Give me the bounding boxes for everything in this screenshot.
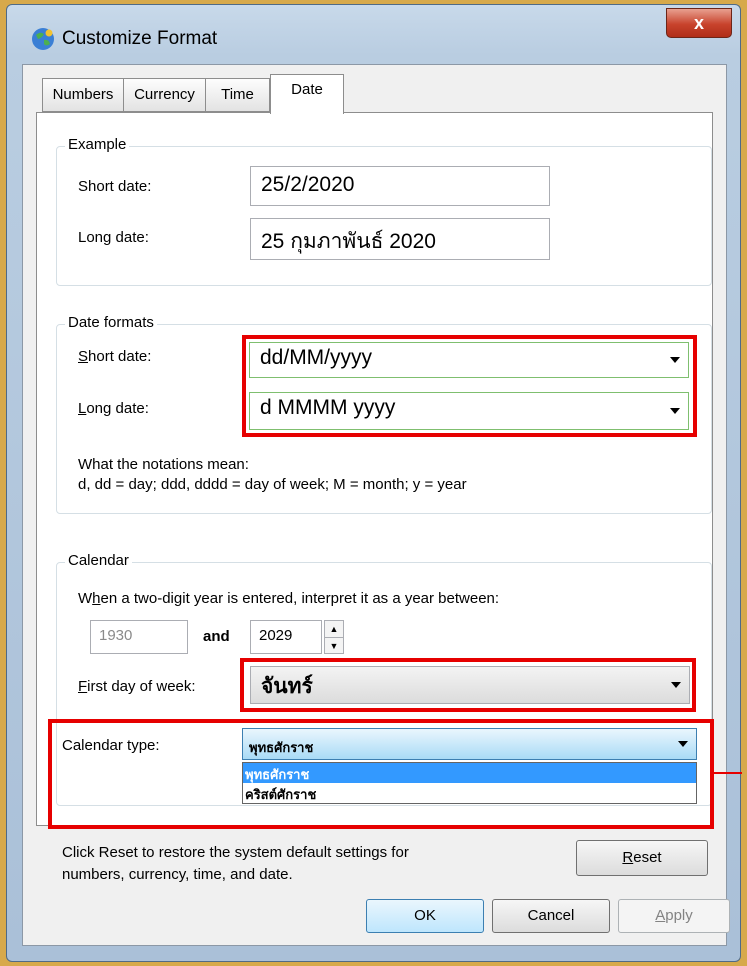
tab-time[interactable]: Time: [205, 78, 270, 112]
example-long-value: 25 กุมภาพันธ์ 2020: [250, 218, 550, 260]
spin-down-icon[interactable]: ▼: [325, 638, 343, 654]
apply-button[interactable]: Apply: [618, 899, 730, 933]
callout-line: [714, 772, 742, 774]
reset-hint-line2: numbers, currency, time, and date.: [62, 866, 293, 883]
calendar-type-value: พุทธศักราช: [249, 740, 314, 755]
reset-button[interactable]: Reset: [576, 840, 708, 876]
example-short-label: Short date:: [78, 178, 152, 195]
and-label: and: [203, 628, 230, 645]
notation-legend: d, dd = day; ddd, dddd = day of week; M …: [78, 476, 467, 493]
globe-icon: [32, 28, 54, 50]
format-short-combo[interactable]: dd/MM/yyyy: [249, 342, 689, 378]
two-digit-year-label: When a two-digit year is entered, interp…: [78, 590, 500, 607]
tab-numbers[interactable]: Numbers: [42, 78, 124, 112]
date-formats-title: Date formats: [65, 314, 157, 331]
format-short-label: Short date:: [78, 348, 152, 365]
chevron-down-icon: [670, 357, 680, 363]
cancel-button[interactable]: Cancel: [492, 899, 610, 933]
example-long-label: Long date:: [78, 229, 149, 246]
spin-up-icon[interactable]: ▲: [325, 621, 343, 638]
example-short-value: 25/2/2020: [250, 166, 550, 206]
tab-date[interactable]: Date: [270, 74, 344, 114]
calendar-type-combo[interactable]: พุทธศักราช: [242, 728, 697, 760]
calendar-type-label: Calendar type:: [62, 737, 160, 754]
window-title: Customize Format: [62, 28, 218, 49]
chevron-down-icon: [678, 741, 688, 747]
calendar-title: Calendar: [65, 552, 132, 569]
year-spinner[interactable]: ▲ ▼: [324, 620, 344, 654]
example-title: Example: [65, 136, 130, 153]
calendar-type-option[interactable]: คริสต์ศักราช: [243, 783, 696, 803]
ok-button[interactable]: OK: [366, 899, 484, 933]
first-day-value: จันทร์: [261, 675, 313, 698]
format-long-combo[interactable]: d MMMM yyyy: [249, 392, 689, 430]
year-end-field[interactable]: 2029: [250, 620, 322, 654]
reset-hint-line1: Click Reset to restore the system defaul…: [62, 844, 409, 861]
format-long-value: d MMMM yyyy: [260, 396, 396, 419]
first-day-label: First day of week:: [78, 678, 196, 695]
format-short-value: dd/MM/yyyy: [260, 346, 373, 369]
chevron-down-icon: [670, 408, 680, 414]
year-start-field: 1930: [90, 620, 188, 654]
calendar-type-option[interactable]: พุทธศักราช: [243, 763, 696, 783]
calendar-type-dropdown: พุทธศักราช คริสต์ศักราช: [242, 762, 697, 804]
close-button[interactable]: x: [666, 8, 732, 38]
format-long-label: Long date:: [78, 400, 149, 417]
chevron-down-icon: [671, 682, 681, 688]
notation-heading: What the notations mean:: [78, 456, 249, 473]
tab-currency[interactable]: Currency: [123, 78, 206, 112]
first-day-combo[interactable]: จันทร์: [250, 666, 690, 704]
